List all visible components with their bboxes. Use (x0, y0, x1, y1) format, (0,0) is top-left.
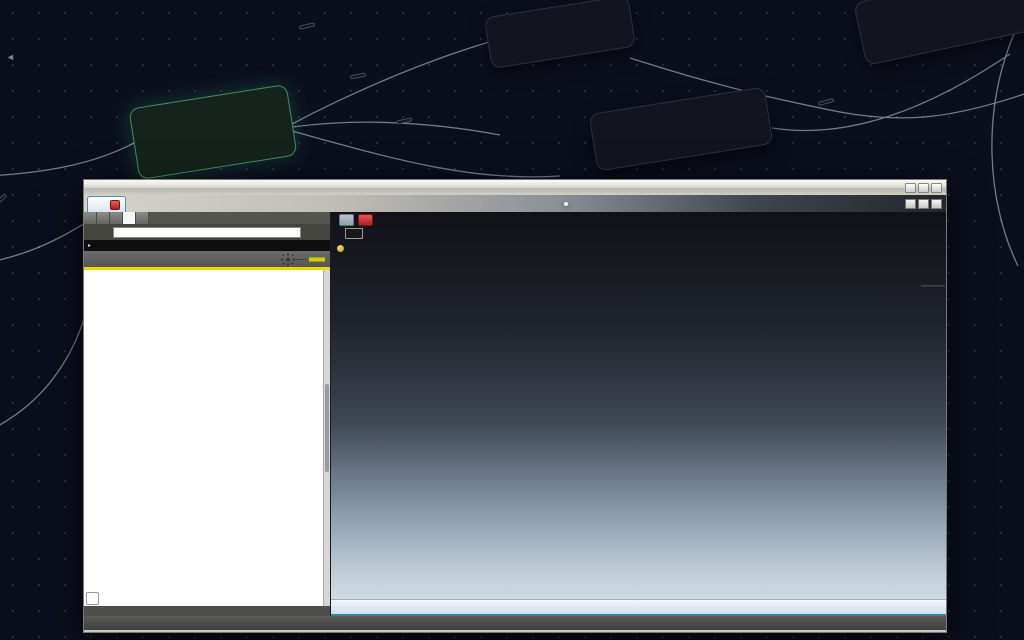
tab-close-icon[interactable] (110, 200, 120, 210)
window-content (84, 212, 946, 616)
collapse-arrow-icon (88, 242, 91, 249)
forward-icon[interactable] (100, 227, 110, 237)
window-controls (905, 183, 942, 193)
panel-scrollbar[interactable] (323, 270, 330, 606)
app-grid-icon (93, 200, 102, 209)
mdi-minimize-button[interactable] (905, 199, 916, 209)
panel-status-bar (84, 606, 330, 616)
node-subtitle (499, 10, 618, 29)
report-icon (88, 253, 100, 265)
lock-icon (143, 114, 158, 129)
browser-panel (84, 212, 331, 616)
document-tab-bar (84, 195, 946, 212)
mdi-close-button[interactable] (931, 199, 942, 209)
chart-y-direction (86, 385, 328, 495)
zoom-button[interactable] (86, 592, 99, 605)
tab-favorites[interactable] (97, 212, 110, 224)
close-button[interactable] (931, 183, 942, 193)
chart-x-direction (86, 272, 328, 382)
tab-browser[interactable] (123, 212, 136, 224)
external-link-icon[interactable] (605, 5, 622, 22)
play-icon (162, 111, 177, 126)
home-icon[interactable] (317, 227, 327, 237)
compass-doodle (278, 253, 326, 266)
url-input[interactable] (113, 227, 301, 238)
search-icon (88, 594, 97, 603)
external-link-icon[interactable] (741, 97, 758, 114)
back-icon[interactable] (87, 227, 97, 237)
node-subtitle (870, 0, 1019, 20)
main-toolbar (564, 202, 568, 206)
app-window (83, 179, 947, 633)
mdi-controls (905, 199, 942, 209)
screen: ◄ (0, 0, 1024, 640)
pan-arrow-icon[interactable]: ◄ (6, 52, 15, 62)
title-bar[interactable] (84, 180, 946, 195)
document-tab[interactable] (87, 196, 126, 212)
report-header (84, 251, 330, 267)
tab-explorer[interactable] (84, 212, 97, 224)
restore-button[interactable] (918, 183, 929, 193)
refresh-icon[interactable] (304, 227, 314, 237)
documentation-row[interactable] (84, 240, 330, 251)
material-charts (84, 270, 330, 616)
tab-model-tree[interactable] (110, 212, 123, 224)
build-volume-scene (331, 212, 946, 599)
minimize-button[interactable] (905, 183, 916, 193)
panel-tabs (84, 212, 330, 224)
window-status-strip (84, 616, 946, 630)
scrollbar-thumb[interactable] (325, 384, 329, 471)
viewport-3d[interactable] (331, 212, 946, 616)
browser-nav-bar (84, 224, 330, 240)
chart-z-direction (86, 498, 328, 608)
viewport-right-toolbar (921, 285, 945, 287)
axis-triad (331, 212, 401, 616)
mdi-restore-button[interactable] (918, 199, 929, 209)
tab-printer[interactable] (136, 212, 149, 224)
viewport-ruler (331, 599, 946, 616)
node-title (870, 0, 1019, 17)
